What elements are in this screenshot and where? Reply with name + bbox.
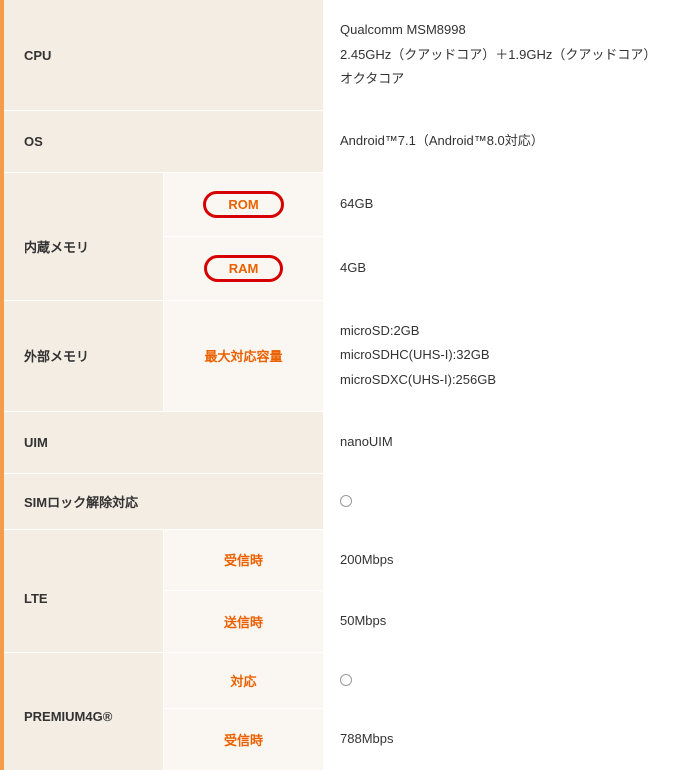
row-premium4g-rx: PREMIUM4G® 受信時 788Mbps [4,709,700,770]
label-premium4g: PREMIUM4G® [4,709,164,770]
label-premium4g-support: 対応 [164,653,324,709]
row-sim-unlock: SIMロック解除対応 [4,474,700,530]
rom-pill: ROM [203,191,283,218]
value-external-memory: microSD:2GB microSDHC(UHS-I):32GB microS… [324,301,700,412]
row-premium4g-support: 対応 [4,653,700,709]
value-rom: 64GB [324,173,700,237]
label-os: OS [4,111,324,173]
value-os: Android™7.1（Android™8.0対応） [324,111,700,173]
label-lte-rx: 受信時 [164,530,324,592]
value-cpu: Qualcomm MSM8998 2.45GHz（クアッドコア）＋1.9GHz（… [324,0,700,111]
row-lte-rx: 受信時 200Mbps [4,530,700,592]
row-cpu: CPU Qualcomm MSM8998 2.45GHz（クアッドコア）＋1.9… [4,0,700,111]
row-rom: ROM 64GB [4,173,700,237]
row-external-memory: 外部メモリ 最大対応容量 microSD:2GB microSDHC(UHS-I… [4,301,700,412]
label-lte-blank [4,530,164,592]
value-premium4g-support [324,653,700,709]
circle-icon [340,495,352,507]
spec-table: CPU Qualcomm MSM8998 2.45GHz（クアッドコア）＋1.9… [0,0,700,770]
label-lte: LTE [4,591,164,653]
row-uim: UIM nanoUIM [4,412,700,474]
value-uim: nanoUIM [324,412,700,474]
label-cpu: CPU [4,0,324,111]
row-lte-tx: LTE 送信時 50Mbps [4,591,700,653]
ram-pill: RAM [204,255,284,282]
label-max-capacity: 最大対応容量 [164,301,324,412]
label-external-memory: 外部メモリ [4,301,164,412]
label-rom: ROM [164,173,324,237]
value-ram: 4GB [324,237,700,301]
value-sim-unlock [324,474,700,530]
label-internal-memory-text: 内蔵メモリ [4,237,164,301]
label-internal-memory [4,173,164,237]
label-lte-tx: 送信時 [164,591,324,653]
circle-icon [340,674,352,686]
row-os: OS Android™7.1（Android™8.0対応） [4,111,700,173]
value-lte-tx: 50Mbps [324,591,700,653]
label-sim-unlock: SIMロック解除対応 [4,474,324,530]
label-premium4g-blank [4,653,164,709]
label-uim: UIM [4,412,324,474]
row-ram: 内蔵メモリ RAM 4GB [4,237,700,301]
label-ram: RAM [164,237,324,301]
value-lte-rx: 200Mbps [324,530,700,592]
value-premium4g-rx: 788Mbps [324,709,700,770]
label-premium4g-rx: 受信時 [164,709,324,770]
